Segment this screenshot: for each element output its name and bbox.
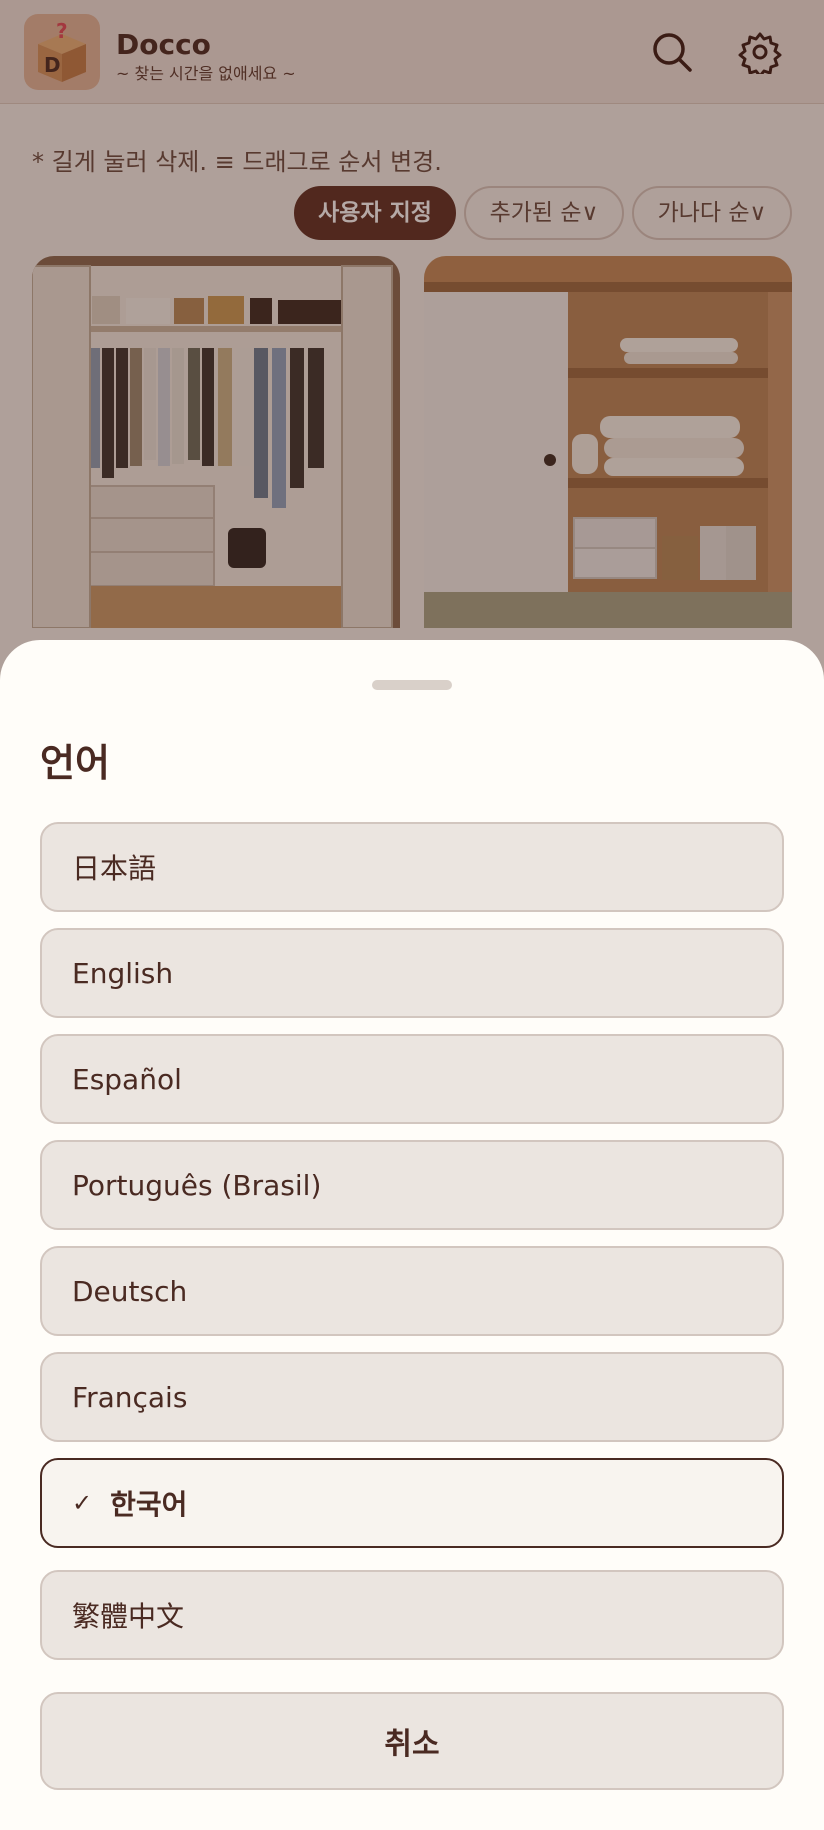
language-option-label: Español	[72, 1062, 182, 1096]
language-option-korean[interactable]: ✓ 한국어	[40, 1458, 784, 1548]
language-option-label: English	[72, 956, 174, 990]
sheet-drag-handle[interactable]	[372, 680, 452, 690]
language-option-portuguese[interactable]: Português (Brasil)	[40, 1140, 784, 1230]
language-option-japanese[interactable]: 日本語	[40, 822, 784, 912]
language-option-traditional-chinese[interactable]: 繁體中文	[40, 1570, 784, 1660]
language-option-german[interactable]: Deutsch	[40, 1246, 784, 1336]
language-option-label: Português (Brasil)	[72, 1168, 322, 1202]
language-option-label: Deutsch	[72, 1274, 188, 1308]
language-sheet: 언어 日本語 English Español Português (Brasil…	[0, 640, 824, 1830]
language-option-spanish[interactable]: Español	[40, 1034, 784, 1124]
language-option-label: 繁體中文	[72, 1600, 185, 1633]
sheet-title: 언어	[40, 741, 110, 785]
language-option-label: 日本語	[72, 852, 157, 885]
check-icon: ✓	[72, 1489, 93, 1517]
language-option-english[interactable]: English	[40, 928, 784, 1018]
language-option-label: Français	[72, 1380, 188, 1414]
language-option-label: 한국어	[110, 1488, 188, 1521]
cancel-button[interactable]: 취소	[40, 1692, 784, 1790]
language-option-french[interactable]: Français	[40, 1352, 784, 1442]
